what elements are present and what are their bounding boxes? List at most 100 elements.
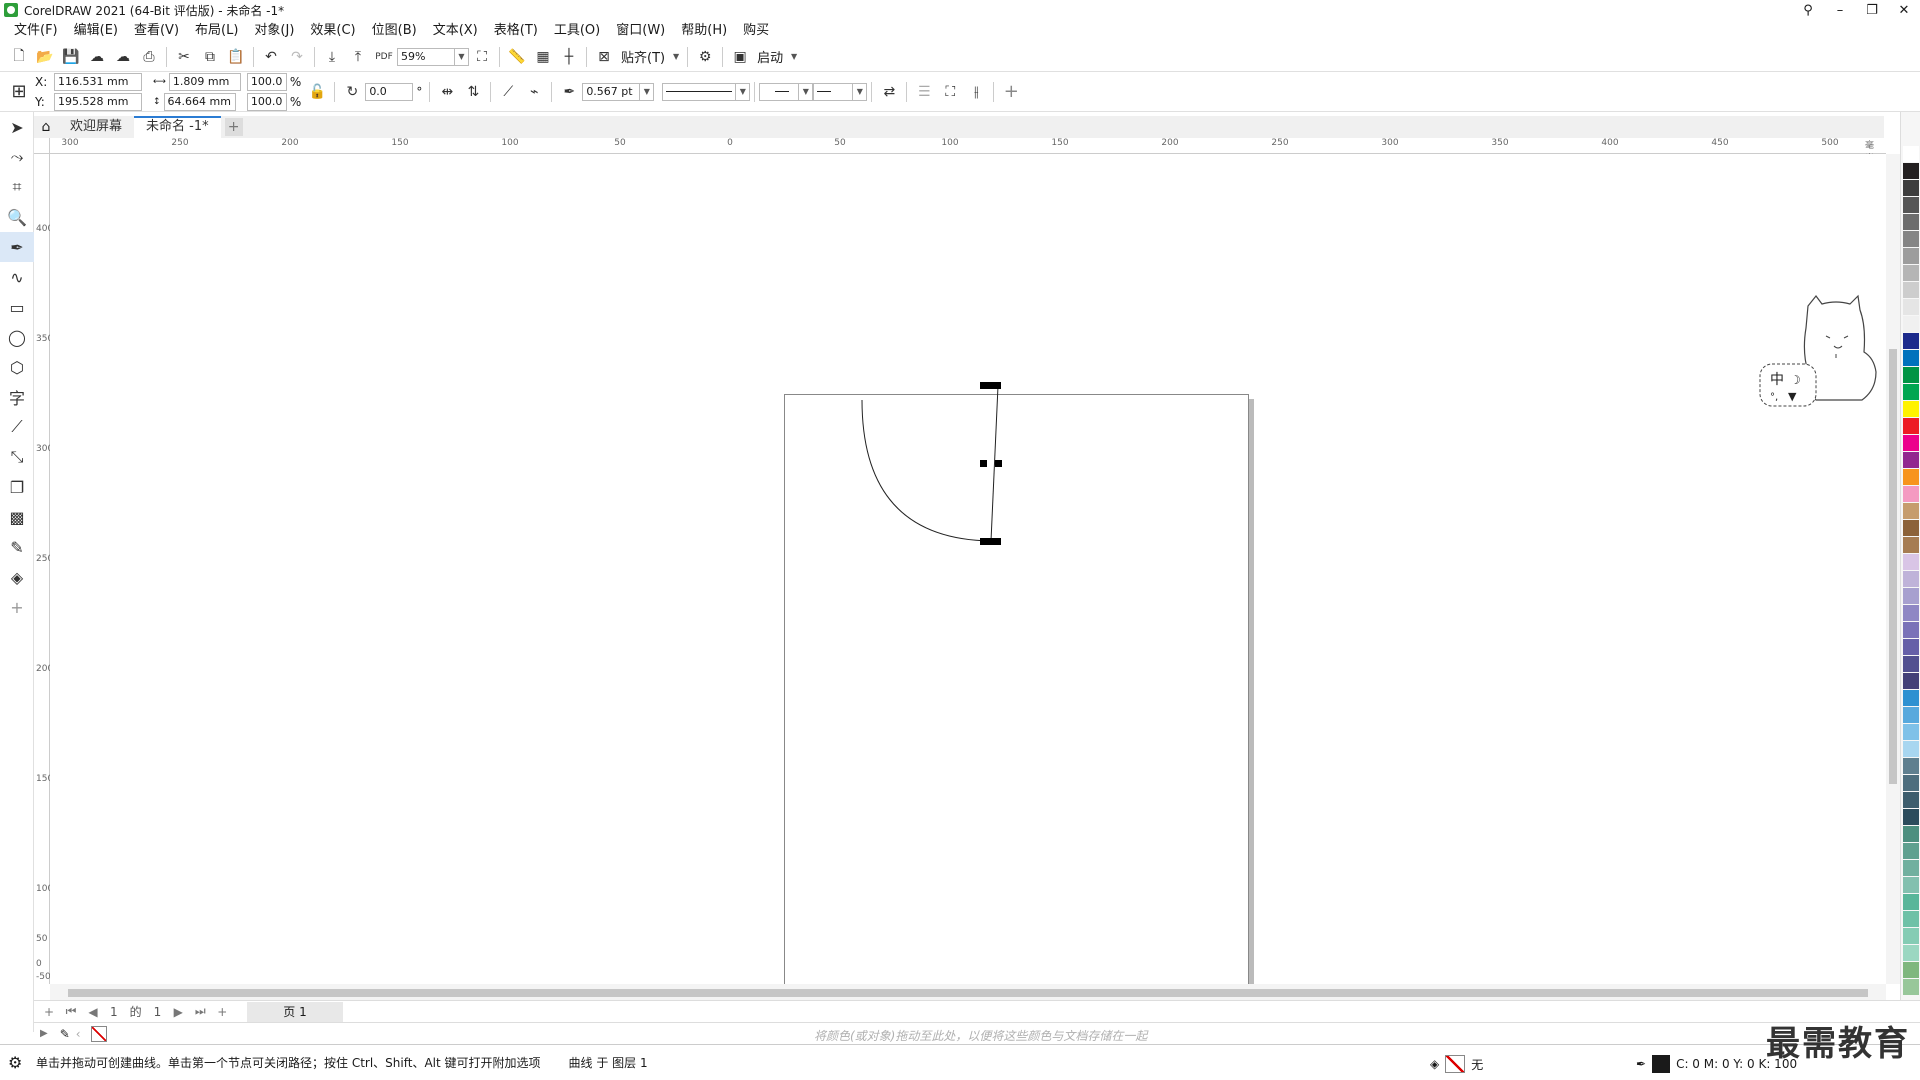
ime-chinese-label[interactable]: 中	[1770, 372, 1784, 388]
help-window-button[interactable]: ⚲	[1792, 0, 1824, 20]
color-swatch[interactable]	[1903, 520, 1919, 536]
menu-effects[interactable]: 效果(C)	[302, 20, 363, 42]
object-origin-icon[interactable]: ⊞	[6, 80, 32, 104]
save-icon[interactable]: 💾	[58, 45, 84, 69]
x-position-input[interactable]: 116.531 mm	[54, 72, 142, 91]
artistic-media-tool-icon[interactable]: ∿	[0, 262, 34, 292]
menu-file[interactable]: 文件(F)	[6, 20, 66, 42]
color-swatch[interactable]	[1903, 367, 1919, 383]
rectangle-tool-icon[interactable]: ▭	[0, 292, 34, 322]
cat-input-method-sticker[interactable]: 中 ☽ °, ▼	[1756, 292, 1884, 410]
menu-bitmaps[interactable]: 位图(B)	[364, 20, 425, 42]
launch-icon[interactable]: ▣	[727, 45, 753, 69]
rotation-icon[interactable]: ↻	[339, 80, 365, 104]
color-swatch[interactable]	[1903, 792, 1919, 808]
undo-icon[interactable]: ↶	[258, 45, 284, 69]
palette-arrow-icon[interactable]: ▶	[40, 1028, 48, 1039]
end-arrowhead-dropdown-icon[interactable]: ▼	[853, 82, 868, 101]
color-swatch[interactable]	[1903, 469, 1919, 485]
last-page-icon[interactable]: ⏭	[189, 1004, 211, 1019]
ime-shirt-icon[interactable]: ▼	[1788, 390, 1797, 403]
color-swatch[interactable]	[1903, 265, 1919, 281]
ime-punct-icon[interactable]: °,	[1770, 392, 1778, 403]
reverse-direction-icon[interactable]: ⇄	[876, 80, 902, 104]
color-swatch[interactable]	[1903, 418, 1919, 434]
outline-width-input[interactable]: 0.567 pt	[582, 82, 641, 101]
pen-tool-icon[interactable]: ✒	[0, 232, 34, 262]
snap-dropdown-icon[interactable]: ▼	[669, 48, 683, 66]
fill-indicator[interactable]: ◈ 无	[1430, 1055, 1483, 1073]
color-swatch[interactable]	[1903, 622, 1919, 638]
print-icon[interactable]: ⎙	[136, 45, 162, 69]
color-swatch[interactable]	[1903, 724, 1919, 740]
menu-view[interactable]: 查看(V)	[126, 20, 187, 42]
palette-left-arrow-icon[interactable]: ‹	[76, 1027, 81, 1041]
color-swatch[interactable]	[1903, 180, 1919, 196]
y-position-input[interactable]: 195.528 mm	[54, 92, 142, 111]
menu-help[interactable]: 帮助(H)	[673, 20, 735, 42]
curve-arc[interactable]	[861, 399, 992, 542]
color-swatch[interactable]	[1903, 452, 1919, 468]
snap-to-button[interactable]: 贴齐(T)	[617, 47, 669, 66]
color-eyedropper-icon[interactable]: ✎	[60, 1027, 70, 1041]
end-arrowhead-select[interactable]	[813, 82, 854, 101]
pick-tool-icon[interactable]: ➤	[0, 112, 34, 142]
polygon-tool-icon[interactable]: ⬡	[0, 352, 34, 382]
add-page-after-icon[interactable]: +	[211, 1005, 233, 1019]
height-input[interactable]: 64.664 mm	[163, 92, 236, 111]
menu-window[interactable]: 窗口(W)	[608, 20, 673, 42]
color-swatch[interactable]	[1903, 979, 1919, 995]
ime-moon-icon[interactable]: ☽	[1790, 373, 1801, 387]
close-button[interactable]: ✕	[1888, 0, 1920, 20]
color-swatch[interactable]	[1903, 843, 1919, 859]
menu-layout[interactable]: 布局(L)	[187, 20, 246, 42]
align-nodes-icon[interactable]: ⫲	[963, 80, 989, 104]
cut-icon[interactable]: ✂	[171, 45, 197, 69]
node-handle[interactable]	[980, 460, 987, 467]
color-swatch[interactable]	[1903, 537, 1919, 553]
node-handle[interactable]	[994, 538, 1001, 545]
color-swatch[interactable]	[1903, 554, 1919, 570]
connector-tool-icon[interactable]: ⤡	[0, 442, 34, 472]
line-style-dropdown-icon[interactable]: ▼	[736, 82, 751, 101]
menu-table[interactable]: 表格(T)	[486, 20, 546, 42]
color-swatch[interactable]	[1903, 486, 1919, 502]
home-icon[interactable]: ⌂	[34, 116, 58, 138]
tab-untitled-document[interactable]: 未命名 -1*	[134, 116, 221, 138]
ruler-origin-corner[interactable]	[34, 138, 50, 154]
line-style-select[interactable]	[662, 82, 737, 101]
width-input[interactable]: 1.809 mm	[168, 72, 241, 91]
vertical-scroll-thumb[interactable]	[1889, 349, 1897, 784]
color-swatch[interactable]	[1903, 707, 1919, 723]
color-swatch[interactable]	[1903, 571, 1919, 587]
drop-shadow-tool-icon[interactable]: ❐	[0, 472, 34, 502]
eyedropper-tool-icon[interactable]: ✎	[0, 532, 34, 562]
color-swatch[interactable]	[1903, 401, 1919, 417]
close-curve-icon[interactable]: ⟋	[495, 80, 521, 104]
copy-icon[interactable]: ⧉	[197, 45, 223, 69]
menu-object[interactable]: 对象(J)	[246, 20, 302, 42]
color-swatch[interactable]	[1903, 163, 1919, 179]
color-swatch[interactable]	[1903, 503, 1919, 519]
node-handle[interactable]	[994, 382, 1001, 389]
color-swatch[interactable]	[1903, 316, 1919, 332]
minimize-button[interactable]: –	[1824, 0, 1856, 20]
vertical-ruler[interactable]: 400 350 300 250 200 150 100 50 0 -50	[34, 154, 53, 984]
parallel-dimension-tool-icon[interactable]: ⟋	[0, 412, 34, 442]
color-swatch[interactable]	[1903, 214, 1919, 230]
color-swatch[interactable]	[1903, 741, 1919, 757]
wrap-text-icon[interactable]: ☰	[911, 80, 937, 104]
add-icon[interactable]: +	[998, 80, 1024, 104]
zoom-tool-icon[interactable]: 🔍	[0, 202, 34, 232]
color-swatch[interactable]	[1903, 146, 1919, 162]
restore-button[interactable]: ❐	[1856, 0, 1888, 20]
color-swatch[interactable]	[1903, 384, 1919, 400]
previous-page-icon[interactable]: ◀	[82, 1005, 104, 1019]
color-swatch[interactable]	[1903, 826, 1919, 842]
ellipse-tool-icon[interactable]: ◯	[0, 322, 34, 352]
show-rulers-icon[interactable]: 📏	[504, 45, 530, 69]
color-swatch[interactable]	[1903, 945, 1919, 961]
color-swatch[interactable]	[1903, 690, 1919, 706]
interactive-fill-tool-icon[interactable]: ◈	[0, 562, 34, 592]
launch-button[interactable]: 启动	[753, 47, 787, 66]
